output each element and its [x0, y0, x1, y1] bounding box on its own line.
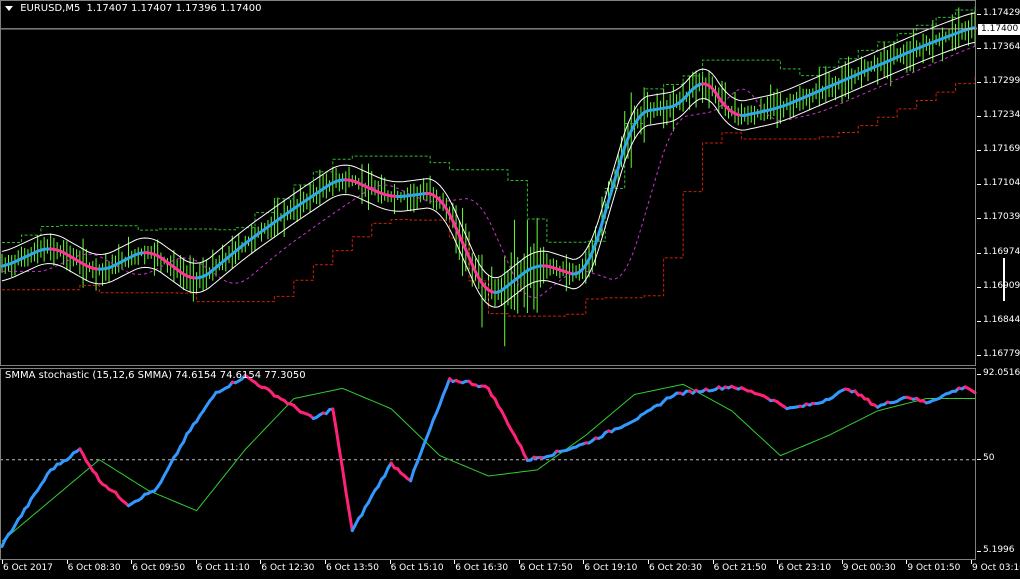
- current-price-label: 1.17400: [978, 23, 1020, 35]
- ind-tick: [977, 551, 981, 552]
- stochastic-segment: [334, 426, 341, 451]
- indicator-header: SMMA stochastic (15,12,6 SMMA) 74.6154 7…: [5, 370, 306, 381]
- price-scale[interactable]: 1.17429 1.17364 1.17299 1.17234 1.17169 1.171…: [977, 0, 1020, 366]
- price-tick: [977, 354, 981, 356]
- time-axis-label: 9 Oct 03:10: [972, 563, 1020, 573]
- ind-scale-max: 92.0516: [983, 368, 1020, 378]
- price-tick: [977, 150, 981, 152]
- price-tick: [977, 252, 981, 254]
- chart-header: EURUSD,M5 1.17407 1.17407 1.17396 1.1740…: [5, 3, 261, 15]
- ind-tick: [977, 459, 981, 460]
- time-axis-label: 6 Oct 11:10: [196, 563, 250, 573]
- stochastic-segment: [331, 407, 338, 430]
- stochastic-segment: [347, 509, 354, 533]
- price-scale-label: 1.17169: [983, 144, 1020, 155]
- price-scale-label: 1.16974: [983, 246, 1020, 257]
- ind-scale-mid: 50: [983, 453, 995, 463]
- price-scale-label: 1.17039: [983, 212, 1020, 223]
- ohlc-values: 1.17407 1.17407 1.17396 1.17400: [86, 3, 262, 14]
- signal-line: [1, 383, 975, 542]
- indicator-canvas: [0, 373, 977, 548]
- time-axis-label: 6 Oct 19:10: [584, 563, 638, 573]
- time-axis-label: 6 Oct 2017: [3, 563, 53, 573]
- symbol-timeframe: EURUSD,M5: [20, 3, 81, 14]
- smma-segment: [970, 26, 977, 30]
- price-scale-label: 1.17299: [983, 75, 1020, 86]
- envelope-upper-line: [1, 12, 976, 279]
- time-axis-label: 6 Oct 16:30: [455, 563, 509, 573]
- price-scale-label: 1.17104: [983, 178, 1020, 189]
- stochastic-segment: [344, 489, 351, 513]
- stochastic-segment: [970, 389, 977, 395]
- indicator-pane[interactable]: SMMA stochastic (15,12,6 SMMA) 74.6154 7…: [0, 368, 977, 560]
- price-scale-label: 1.16779: [983, 348, 1020, 359]
- price-scale-label: 1.17364: [983, 41, 1020, 52]
- price-tick: [977, 320, 981, 322]
- stochastic-segment: [337, 447, 345, 471]
- time-axis-label: 9 Oct 01:50: [907, 563, 961, 573]
- time-axis-label: 6 Oct 20:30: [649, 563, 702, 573]
- price-scale-label: 1.17234: [983, 110, 1020, 121]
- price-chart-canvas: [0, 3, 977, 347]
- price-tick: [977, 47, 981, 49]
- time-axis-label: 6 Oct 21:50: [713, 563, 767, 573]
- price-scale-label: 1.16844: [983, 314, 1020, 325]
- price-tick: [977, 286, 981, 288]
- ind-tick: [977, 374, 981, 375]
- time-axis-label: 6 Oct 15:10: [390, 563, 444, 573]
- dropdown-triangle-icon[interactable]: [5, 6, 13, 11]
- price-tick: [977, 218, 981, 220]
- price-tick: [977, 81, 981, 83]
- scale-drag-marker[interactable]: [1003, 258, 1005, 301]
- price-tick: [977, 13, 981, 15]
- price-tick: [977, 116, 981, 118]
- time-axis-label: 6 Oct 17:50: [519, 563, 573, 573]
- time-axis-label: 6 Oct 13:50: [326, 563, 379, 573]
- price-chart-pane[interactable]: EURUSD,M5 1.17407 1.17407 1.17396 1.1740…: [0, 0, 977, 366]
- stochastic-segment: [409, 468, 416, 483]
- time-axis[interactable]: 6 Oct 2017 6 Oct 08:30 6 Oct 09:50 6 Oct 11…: [0, 560, 1020, 579]
- price-scale-label: 1.17429: [983, 7, 1020, 18]
- indicator-scale[interactable]: 92.0516 50 5.1996: [977, 368, 1020, 560]
- time-axis-label: 6 Oct 12:30: [261, 563, 315, 573]
- time-axis-label: 9 Oct 00:30: [842, 563, 896, 573]
- stochastic-segment: [341, 467, 348, 493]
- mt4-chart-window: EURUSD,M5 1.17407 1.17407 1.17396 1.1740…: [0, 0, 1020, 579]
- time-axis-label: 6 Oct 09:50: [132, 563, 186, 573]
- channel-upper-line: [2, 3, 976, 244]
- time-axis-label: 6 Oct 08:30: [67, 563, 121, 573]
- price-tick: [977, 184, 981, 186]
- ind-scale-min: 5.1996: [983, 545, 1015, 555]
- price-scale-label: 1.16909: [983, 280, 1020, 291]
- time-axis-label: 6 Oct 23:10: [778, 563, 832, 573]
